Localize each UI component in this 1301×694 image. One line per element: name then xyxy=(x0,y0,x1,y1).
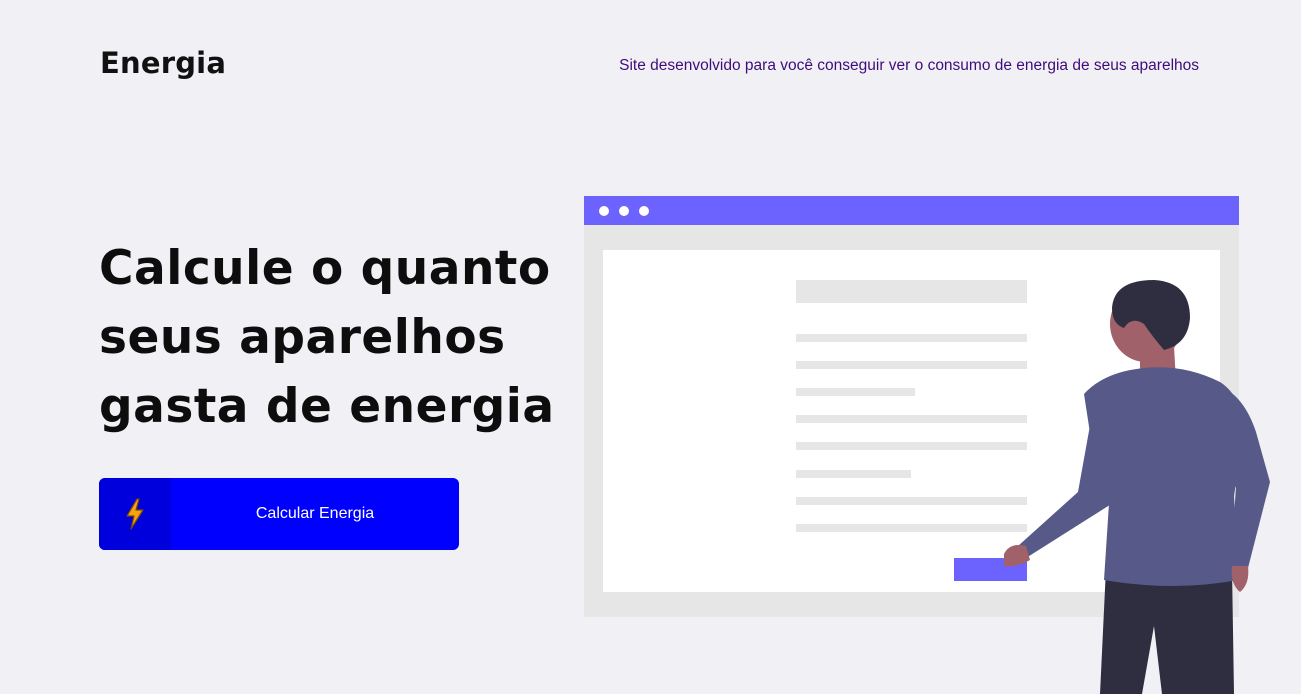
calculate-energy-button[interactable]: Calcular Energia xyxy=(99,478,459,550)
hero-illustration xyxy=(584,196,1270,694)
hero-title: Calcule o quanto seus aparelhos gasta de… xyxy=(99,241,555,434)
cta-label: Calcular Energia xyxy=(255,505,375,522)
site-logo[interactable]: Energia xyxy=(100,46,226,80)
cta-icon-box xyxy=(99,478,171,550)
lightning-bolt-icon xyxy=(126,498,144,530)
site-tagline: Site desenvolvido para você conseguir ve… xyxy=(619,57,1199,74)
